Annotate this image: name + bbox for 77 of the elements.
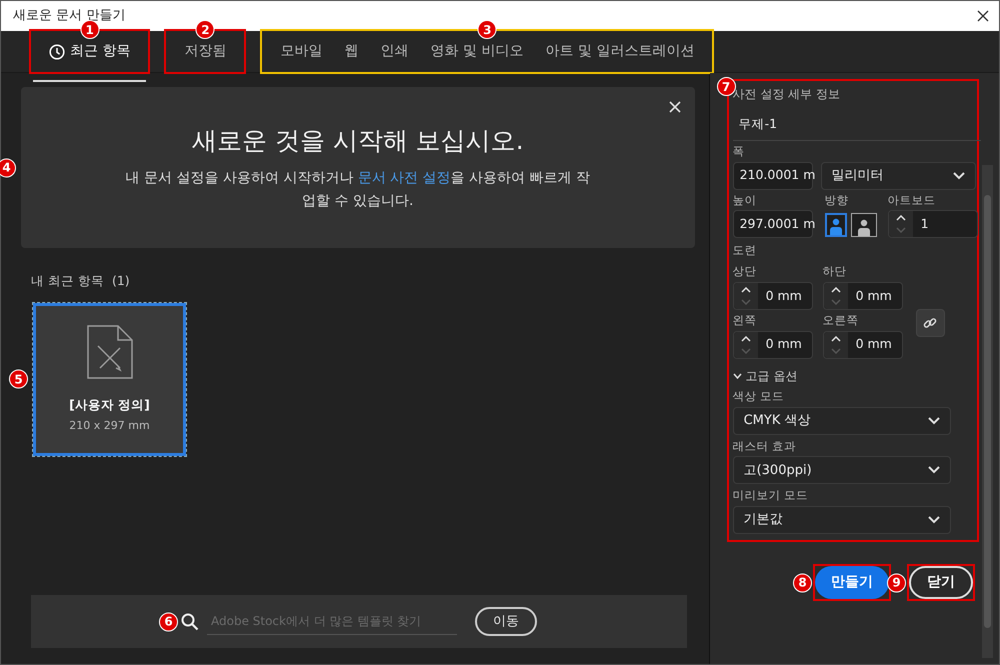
section-heading: 내 최근 항목 (31, 272, 104, 290)
close-icon (977, 10, 989, 22)
width-field[interactable]: 210.0001 m (732, 162, 813, 190)
chevron-up-icon (740, 286, 751, 293)
step-marker: 8 (793, 573, 812, 592)
link-button[interactable] (916, 308, 945, 337)
chevron-up-icon (830, 286, 841, 293)
scrollbar[interactable] (982, 165, 993, 658)
tab[interactable]: 인쇄 (370, 35, 418, 68)
tab[interactable]: 아트 및 일러스트레이션 (535, 35, 704, 68)
step-marker: 9 (887, 573, 906, 592)
chevron-up-icon (896, 215, 906, 222)
field-label: 미리보기 모드 (732, 489, 810, 504)
units-dropdown[interactable]: 밀리미터 (820, 162, 976, 190)
chevron-down-icon (830, 348, 841, 354)
document-size: 210 x 297 mm (69, 418, 150, 434)
create-button[interactable]: 만들기 (815, 566, 889, 600)
close-button[interactable] (977, 10, 989, 22)
go-button[interactable]: 이동 (475, 606, 537, 636)
link-icon (923, 316, 938, 330)
number-field[interactable]: 0 mm (822, 330, 903, 359)
field-label: 오른쪽 (822, 314, 860, 328)
tab[interactable]: 웹 (334, 35, 368, 68)
number-field[interactable]: 1 (888, 210, 978, 238)
chevron-down-icon (928, 516, 940, 524)
step-marker: 5 (9, 370, 28, 389)
clock-icon (49, 44, 65, 60)
field-label: 높이 (732, 194, 758, 208)
field-label: 색상 모드 (732, 390, 786, 404)
chevron-down-icon (732, 372, 742, 379)
step-marker: 4 (0, 158, 16, 177)
step-marker: 2 (196, 20, 215, 39)
number-field[interactable]: 0 mm (822, 282, 903, 310)
field-label: 왼쪽 (732, 314, 758, 328)
height-field[interactable]: 297.0001 m (732, 210, 813, 238)
document-icon (86, 324, 134, 380)
chevron-down-icon (740, 348, 751, 354)
banner-title: 새로운 것을 시작해 보십시오. (192, 124, 524, 157)
tab[interactable]: 모바일 (270, 35, 332, 68)
search-icon (181, 612, 199, 630)
chevron-up-icon (740, 336, 751, 342)
dropdown[interactable]: CMYK 색상 (732, 406, 951, 435)
field-label: 방향 (824, 194, 850, 208)
document-name: [사용자 정의] (69, 396, 150, 414)
close-icon (668, 101, 681, 113)
dropdown[interactable]: 기본값 (732, 506, 951, 534)
chevron-down-icon (740, 298, 751, 305)
advanced-toggle[interactable]: 고급 옵션 (732, 366, 798, 385)
field-label: 도련 (732, 244, 758, 258)
field-label: 래스터 효과 (732, 440, 798, 454)
field-label: 폭 (732, 144, 746, 159)
document-card[interactable]: [사용자 정의] 210 x 297 mm (33, 302, 186, 456)
step-marker: 6 (159, 612, 178, 631)
number-field[interactable]: 0 mm (732, 330, 813, 359)
portrait-button[interactable] (824, 213, 847, 238)
field-label: 하단 (822, 265, 848, 279)
number-field[interactable]: 0 mm (732, 282, 813, 310)
chevron-down-icon (928, 466, 940, 474)
search-field[interactable]: Adobe Stock에서 더 많은 템플릿 찾기 (207, 608, 457, 635)
document-name-field[interactable]: 무제-1 (732, 111, 981, 141)
field-label: 상단 (732, 265, 758, 279)
dropdown[interactable]: 고(300ppi) (732, 456, 951, 484)
chevron-down-icon (952, 172, 965, 180)
chevron-down-icon (830, 298, 841, 305)
chevron-down-icon (896, 227, 906, 234)
chevron-up-icon (830, 336, 841, 342)
chevron-down-icon (928, 416, 940, 425)
preset-link[interactable]: 문서 사전 설정 (358, 170, 451, 186)
field-label: 아트보드 (888, 194, 937, 208)
landscape-button[interactable] (850, 213, 877, 238)
step-marker: 1 (80, 20, 100, 39)
close-button[interactable]: 닫기 (909, 566, 973, 600)
banner-text: 내 문서 설정을 사용하여 시작하거나 문서 사전 설정 을 사용하여 빠르게 작업할 수 있습니다. (124, 169, 592, 212)
item-count: (1) (112, 272, 130, 290)
step-marker: 3 (478, 20, 497, 39)
person-icon (828, 218, 843, 236)
person-icon (856, 219, 871, 236)
